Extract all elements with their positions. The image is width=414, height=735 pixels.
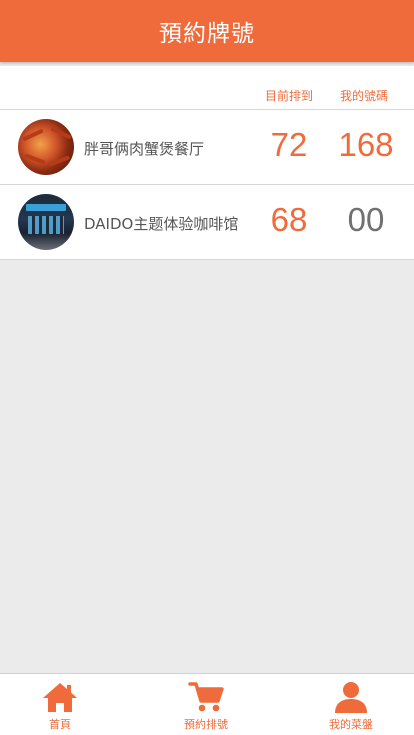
restaurant-avatar	[18, 194, 74, 250]
tab-home[interactable]: 首頁	[20, 674, 100, 735]
restaurant-avatar	[18, 119, 74, 175]
tab-my-menu[interactable]: 我的菜盤	[311, 674, 391, 735]
current-number-header: 目前排到	[265, 89, 314, 103]
my-number: 00	[347, 201, 385, 238]
list-item[interactable]: DAIDO主题体验咖啡馆 68 00	[0, 185, 414, 260]
page-title: 預約牌號	[159, 21, 255, 47]
restaurant-name: 胖哥俩肉蟹煲餐厅	[84, 140, 205, 158]
home-icon	[43, 683, 77, 712]
current-number: 72	[270, 126, 308, 163]
my-number: 168	[338, 126, 394, 163]
tab-label: 預約排號	[184, 718, 228, 731]
current-number: 68	[270, 201, 308, 238]
user-icon	[335, 682, 367, 713]
restaurant-name: DAIDO主题体验咖啡馆	[84, 215, 239, 233]
tab-label: 我的菜盤	[329, 718, 373, 731]
app-header: 預約牌號	[0, 0, 414, 62]
queue-list: 目前排到 我的號碼 胖哥俩肉蟹煲餐厅 72 168 DAIDO主题体验咖啡馆 6…	[0, 66, 414, 260]
my-number-header: 我的號碼	[340, 89, 389, 103]
tab-label: 首頁	[49, 718, 71, 731]
tab-reservation[interactable]: 預約排號	[166, 674, 246, 735]
cart-icon	[188, 682, 224, 712]
bottom-tab-bar: 首頁 預約排號 我的菜盤	[0, 673, 414, 735]
column-header: 目前排到 我的號碼	[0, 66, 414, 110]
list-item[interactable]: 胖哥俩肉蟹煲餐厅 72 168	[0, 110, 414, 185]
